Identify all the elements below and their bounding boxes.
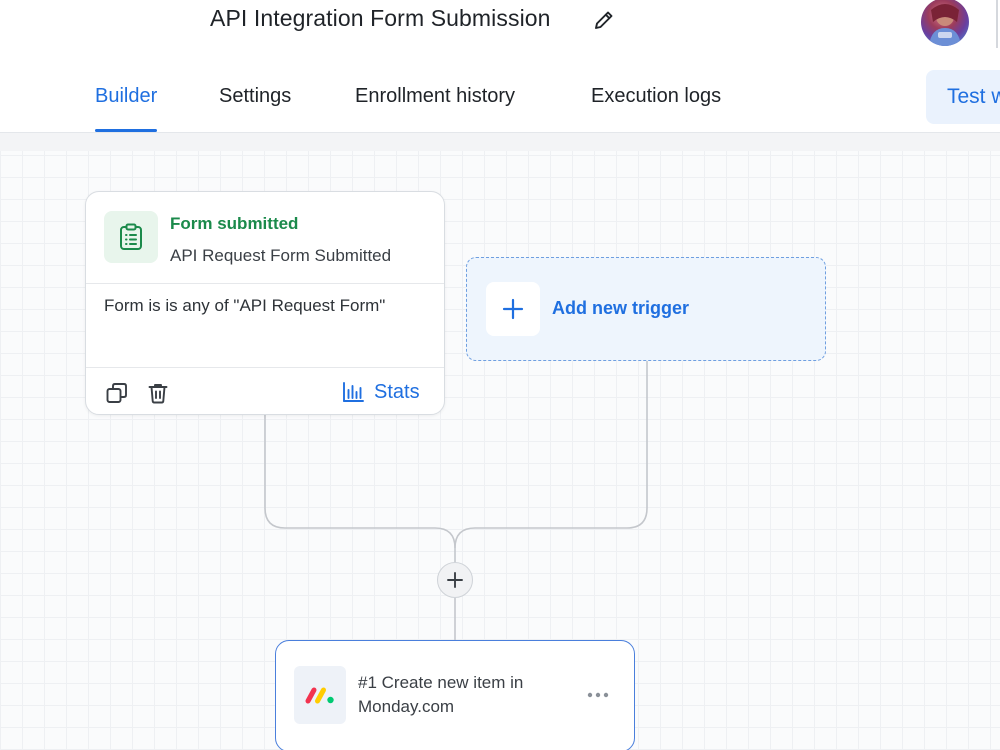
action-card[interactable]: #1 Create new item in Monday.com	[275, 640, 635, 750]
stats-button[interactable]: Stats	[342, 378, 420, 406]
connector-add-trigger	[454, 361, 648, 549]
trigger-card[interactable]: Form submitted API Request Form Submitte…	[85, 191, 445, 415]
workflow-builder-page: API Integration Form Submission Builder …	[0, 0, 1000, 750]
add-trigger-label: Add new trigger	[552, 298, 690, 318]
tab-enrollment-history[interactable]: Enrollment history	[355, 60, 515, 132]
action-logo-box	[294, 666, 346, 724]
pencil-icon	[595, 11, 613, 29]
clipboard-icon	[120, 223, 142, 250]
tab-settings[interactable]: Settings	[219, 60, 291, 132]
monday-logo-icon	[305, 687, 334, 704]
trash-icon	[148, 384, 168, 404]
trigger-condition: Form is is any of "API Request Form"	[104, 296, 386, 315]
connector-trigger	[264, 415, 456, 562]
title-bar: API Integration Form Submission	[0, 0, 1000, 61]
action-more-button[interactable]	[584, 683, 612, 707]
edit-title-button[interactable]	[590, 6, 618, 34]
workflow-canvas[interactable]: Form submitted API Request Form Submitte…	[0, 133, 1000, 750]
plus-icon	[447, 572, 463, 588]
add-new-trigger-button[interactable]: Add new trigger	[466, 257, 826, 361]
page-title: API Integration Form Submission	[210, 5, 551, 31]
user-avatar[interactable]	[921, 0, 969, 46]
tab-execution-logs[interactable]: Execution logs	[591, 60, 721, 132]
trigger-type-label: Form submitted	[170, 214, 299, 233]
plus-icon	[502, 298, 524, 320]
card-divider-top	[86, 283, 444, 284]
add-trigger-plus-box	[486, 282, 540, 336]
trigger-icon-box	[104, 211, 158, 263]
bar-chart-icon	[343, 382, 364, 402]
window-edge	[996, 0, 998, 48]
test-workflow-button[interactable]: Test w	[926, 70, 1000, 124]
delete-trigger-button[interactable]	[145, 380, 171, 406]
action-title: #1 Create new item in Monday.com	[358, 673, 524, 716]
card-divider-bottom	[86, 367, 444, 368]
tab-bar: Builder Settings Enrollment history Exec…	[0, 60, 1000, 133]
add-step-button[interactable]	[437, 562, 473, 598]
trigger-name: API Request Form Submitted	[170, 246, 392, 265]
copy-icon	[106, 383, 127, 403]
tab-builder[interactable]: Builder	[95, 60, 158, 132]
more-horizontal-icon	[587, 692, 609, 698]
stats-label: Stats	[374, 380, 420, 403]
avatar-image	[929, 4, 961, 46]
duplicate-trigger-button[interactable]	[104, 380, 130, 406]
